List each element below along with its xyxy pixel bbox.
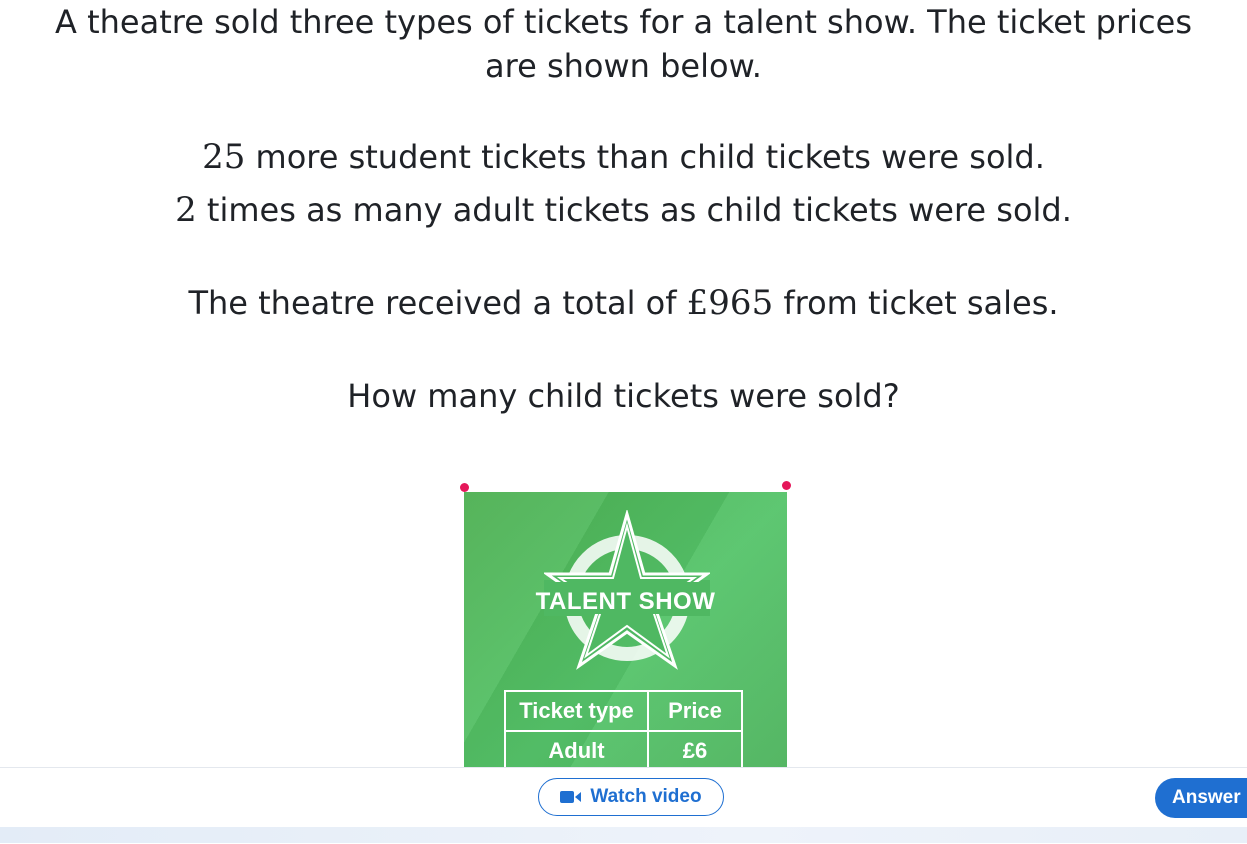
student-difference-text: more student tickets than child tickets …	[245, 138, 1045, 176]
total-amount: £965	[686, 283, 774, 323]
video-camera-icon	[560, 791, 582, 803]
student-difference-number: 25	[202, 137, 246, 177]
answer-button[interactable]: Answer	[1155, 778, 1247, 818]
table-cell-price: £6	[647, 730, 743, 768]
question-line-4: 2 times as many adult tickets as child t…	[0, 188, 1247, 232]
table-header-ticket-type: Ticket type	[504, 690, 649, 732]
poster-title: TALENT SHOW	[535, 588, 716, 615]
watch-video-button[interactable]: Watch video	[538, 778, 724, 816]
adult-multiplier-text: times as many adult tickets as child tic…	[196, 191, 1072, 229]
question-prompt: How many child tickets were sold?	[347, 377, 900, 415]
total-text-post: from ticket sales.	[773, 284, 1059, 322]
pin-left	[460, 483, 469, 492]
watch-video-label: Watch video	[590, 786, 702, 807]
price-table: Ticket type Price Adult £6	[504, 690, 743, 768]
total-text-pre: The theatre received a total of	[188, 284, 687, 322]
question-line-2: are shown below.	[485, 47, 762, 85]
question-line-5: The theatre received a total of £965 fro…	[0, 281, 1247, 325]
question-line-3: 25 more student tickets than child ticke…	[0, 135, 1247, 179]
table-cell-ticket-type: Adult	[504, 730, 649, 768]
bottom-bar-shadow	[0, 827, 1247, 843]
pin-right	[782, 481, 791, 490]
table-header-price: Price	[647, 690, 743, 732]
talent-show-poster: TALENT SHOW Ticket type Price Adult £6	[464, 492, 787, 768]
question-line-1: A theatre sold three types of tickets fo…	[55, 3, 1192, 41]
answer-label: Answer	[1172, 787, 1241, 808]
table-header-row: Ticket type Price	[504, 690, 743, 732]
adult-multiplier-number: 2	[175, 190, 197, 230]
table-row: Adult £6	[504, 730, 743, 768]
